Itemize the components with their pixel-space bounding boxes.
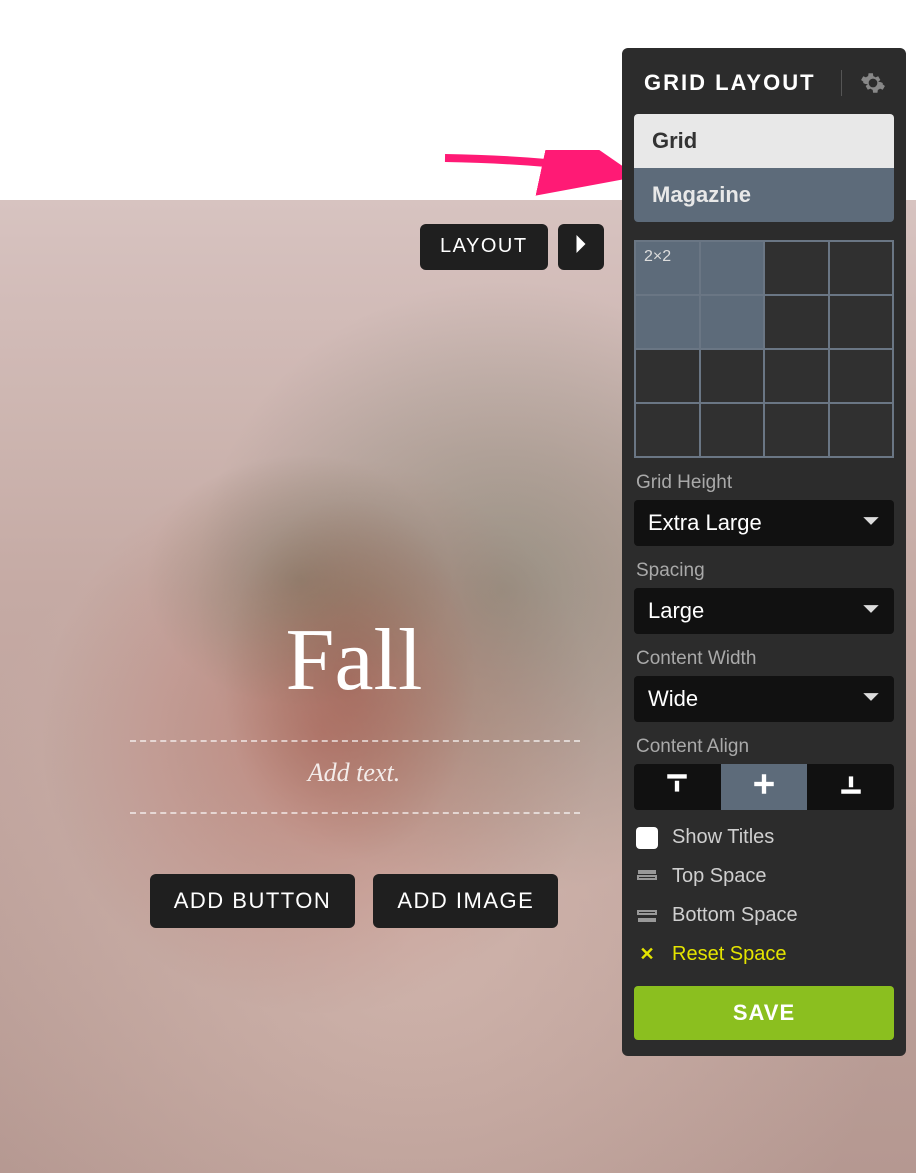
content-align-group [634, 764, 894, 810]
save-button[interactable]: SAVE [634, 986, 894, 1040]
grid-layout-panel: GRID LAYOUT Grid Magazine 2×2 [622, 48, 906, 1056]
panel-header: GRID LAYOUT [622, 48, 906, 114]
tab-magazine[interactable]: Magazine [634, 168, 894, 222]
grid-size-cell[interactable] [830, 242, 893, 294]
add-text-placeholder[interactable]: Add text. [0, 758, 708, 788]
grid-size-picker[interactable]: 2×2 [634, 240, 894, 458]
grid-size-cell[interactable] [765, 242, 828, 294]
grid-size-cell[interactable] [636, 404, 699, 456]
content-align-label: Content Align [636, 736, 892, 758]
block-action-row: ADD BUTTON ADD IMAGE [0, 874, 708, 928]
grid-size-cell[interactable] [830, 350, 893, 402]
show-titles-checkbox[interactable] [636, 827, 658, 849]
select-value: Large [648, 598, 704, 624]
chevron-down-icon [862, 510, 880, 536]
grid-size-cell[interactable] [636, 296, 699, 348]
divider [130, 812, 580, 814]
grid-size-cell[interactable] [701, 404, 764, 456]
add-button-button[interactable]: ADD BUTTON [150, 874, 356, 928]
settings-button[interactable] [841, 70, 886, 96]
top-space-icon [636, 868, 658, 886]
content-width-label: Content Width [636, 648, 892, 670]
align-middle-button[interactable] [721, 764, 808, 810]
grid-size-cell[interactable]: 2×2 [636, 242, 699, 294]
grid-size-cell[interactable] [765, 296, 828, 348]
panel-title: GRID LAYOUT [644, 70, 816, 96]
top-space-label: Top Space [672, 865, 767, 888]
chevron-right-icon [575, 235, 587, 259]
spacing-select[interactable]: Large [634, 588, 894, 634]
chevron-down-icon [862, 598, 880, 624]
gear-icon [860, 79, 886, 101]
align-bottom-button[interactable] [807, 764, 894, 810]
chevron-down-icon [862, 686, 880, 712]
grid-size-cell[interactable] [636, 350, 699, 402]
spacing-label: Spacing [636, 560, 892, 582]
tab-grid[interactable]: Grid [634, 114, 894, 168]
reset-space-label: Reset Space [672, 943, 787, 966]
grid-size-cell[interactable] [701, 296, 764, 348]
align-top-icon [664, 771, 690, 803]
grid-size-cell[interactable] [701, 242, 764, 294]
reset-space-button[interactable]: ✕ Reset Space [636, 943, 892, 966]
grid-height-select[interactable]: Extra Large [634, 500, 894, 546]
close-icon: ✕ [636, 946, 658, 964]
content-width-select[interactable]: Wide [634, 676, 894, 722]
layout-type-tabs: Grid Magazine [634, 114, 894, 222]
select-value: Wide [648, 686, 698, 712]
layout-expand-button[interactable] [558, 224, 604, 270]
layout-button[interactable]: LAYOUT [420, 224, 548, 270]
bottom-space-toggle[interactable]: Bottom Space [636, 904, 892, 927]
align-bottom-icon [838, 771, 864, 803]
top-space-toggle[interactable]: Top Space [636, 865, 892, 888]
show-titles-row[interactable]: Show Titles [636, 826, 892, 849]
bottom-space-icon [636, 907, 658, 925]
align-top-button[interactable] [634, 764, 721, 810]
grid-height-label: Grid Height [636, 472, 892, 494]
grid-size-cell[interactable] [701, 350, 764, 402]
grid-size-cell[interactable] [830, 296, 893, 348]
layout-toolbar: LAYOUT [420, 224, 604, 270]
grid-size-cell[interactable] [765, 404, 828, 456]
align-middle-icon [751, 771, 777, 803]
grid-size-cell[interactable] [765, 350, 828, 402]
block-title[interactable]: Fall [0, 610, 708, 711]
editor-stage: LAYOUT Fall Add text. ADD BUTTON ADD IMA… [0, 0, 916, 1173]
show-titles-label: Show Titles [672, 826, 774, 849]
grid-size-cell[interactable] [830, 404, 893, 456]
add-image-button[interactable]: ADD IMAGE [373, 874, 558, 928]
bottom-space-label: Bottom Space [672, 904, 798, 927]
select-value: Extra Large [648, 510, 762, 536]
annotation-arrow [440, 150, 640, 200]
divider [130, 740, 580, 742]
